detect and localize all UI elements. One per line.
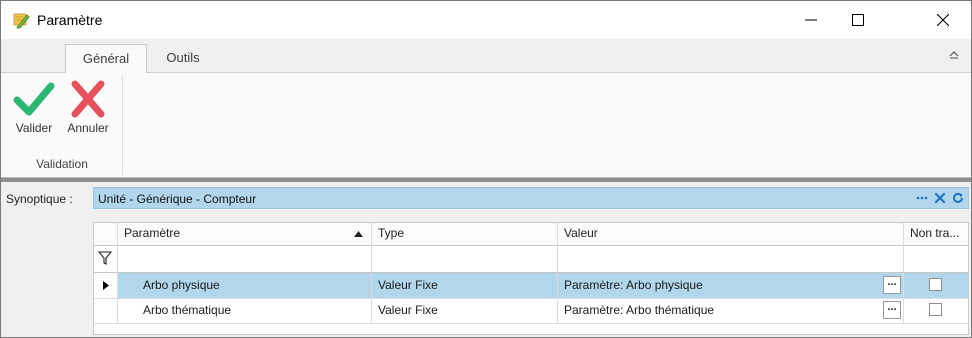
minimize-button[interactable] bbox=[788, 1, 834, 39]
close-button[interactable] bbox=[920, 1, 966, 39]
column-header-parametre[interactable]: Paramètre bbox=[118, 223, 372, 245]
maximize-icon bbox=[852, 14, 864, 26]
column-header-parametre-label: Paramètre bbox=[124, 226, 181, 240]
ribbon-tabstrip: Général Outils bbox=[1, 39, 971, 74]
parameters-grid: Paramètre Type Valeur Non tra... Arbo ph… bbox=[93, 222, 969, 335]
collapse-ribbon-icon[interactable] bbox=[947, 47, 961, 61]
filter-type[interactable] bbox=[372, 245, 558, 272]
ribbon-group-separator bbox=[122, 75, 123, 175]
edit-value-button[interactable]: ... bbox=[883, 276, 901, 294]
parametre-window: Paramètre Général Outils Valider Annuler… bbox=[0, 0, 972, 338]
tab-outils[interactable]: Outils bbox=[153, 44, 213, 72]
annuler-label: Annuler bbox=[67, 121, 109, 135]
maximize-button[interactable] bbox=[835, 1, 881, 39]
more-options-icon[interactable] bbox=[916, 192, 928, 204]
column-header-valeur[interactable]: Valeur bbox=[558, 223, 904, 245]
valider-label: Valider bbox=[15, 121, 53, 135]
header-indicator-cell bbox=[94, 223, 118, 245]
table-row[interactable]: Arbo thématique Valeur Fixe Paramètre: A… bbox=[94, 298, 968, 324]
cell-valeur-text: Paramètre: Arbo physique bbox=[564, 278, 703, 292]
close-icon bbox=[937, 14, 949, 26]
synoptique-label: Synoptique : bbox=[6, 192, 73, 206]
ribbon-panel: Valider Annuler Validation bbox=[1, 73, 971, 178]
synoptique-actions bbox=[916, 191, 964, 205]
row-indicator bbox=[94, 298, 118, 323]
filter-row bbox=[94, 245, 968, 273]
tab-general[interactable]: Général bbox=[65, 44, 147, 74]
cross-icon bbox=[71, 80, 105, 118]
content-panel: Synoptique : Unité - Générique - Compteu… bbox=[1, 182, 971, 337]
row-indicator bbox=[94, 273, 118, 298]
minimize-icon bbox=[805, 19, 817, 21]
annuler-button[interactable]: Annuler bbox=[62, 77, 114, 141]
cell-valeur-text: Paramètre: Arbo thématique bbox=[564, 303, 715, 317]
non-traite-checkbox[interactable] bbox=[929, 278, 942, 291]
filter-indicator-cell bbox=[94, 245, 118, 272]
synoptique-value: Unité - Générique - Compteur bbox=[98, 192, 257, 206]
filter-parametre[interactable] bbox=[118, 245, 372, 272]
title-bar: Paramètre bbox=[1, 1, 971, 39]
cell-valeur[interactable]: Paramètre: Arbo thématique ... bbox=[558, 298, 904, 323]
filter-valeur[interactable] bbox=[558, 245, 904, 272]
cell-type[interactable]: Valeur Fixe bbox=[372, 298, 558, 323]
pencil-ruler-icon bbox=[13, 13, 30, 29]
valider-button[interactable]: Valider bbox=[8, 77, 60, 141]
cell-parametre[interactable]: Arbo thématique bbox=[118, 298, 372, 323]
column-header-type[interactable]: Type bbox=[372, 223, 558, 245]
cell-non-traite bbox=[904, 273, 968, 298]
clear-icon[interactable] bbox=[934, 192, 946, 204]
current-row-arrow-icon bbox=[103, 281, 109, 290]
cell-parametre[interactable]: Arbo physique bbox=[118, 273, 372, 298]
refresh-icon[interactable] bbox=[952, 192, 964, 204]
column-header-non-traite[interactable]: Non tra... bbox=[904, 223, 968, 245]
cell-type[interactable]: Valeur Fixe bbox=[372, 273, 558, 298]
filter-icon bbox=[98, 251, 112, 265]
cell-valeur[interactable]: Paramètre: Arbo physique ... bbox=[558, 273, 904, 298]
window-title: Paramètre bbox=[37, 12, 103, 28]
checkmark-icon bbox=[13, 82, 55, 116]
filter-non-traite[interactable] bbox=[904, 245, 968, 272]
synoptique-field[interactable]: Unité - Générique - Compteur bbox=[93, 187, 969, 209]
table-row[interactable]: Arbo physique Valeur Fixe Paramètre: Arb… bbox=[94, 273, 968, 299]
sort-ascending-icon bbox=[354, 231, 363, 237]
non-traite-checkbox[interactable] bbox=[929, 303, 942, 316]
grid-header: Paramètre Type Valeur Non tra... bbox=[94, 223, 968, 246]
edit-value-button[interactable]: ... bbox=[883, 301, 901, 319]
cell-non-traite bbox=[904, 298, 968, 323]
ribbon-group-label: Validation bbox=[36, 157, 88, 171]
